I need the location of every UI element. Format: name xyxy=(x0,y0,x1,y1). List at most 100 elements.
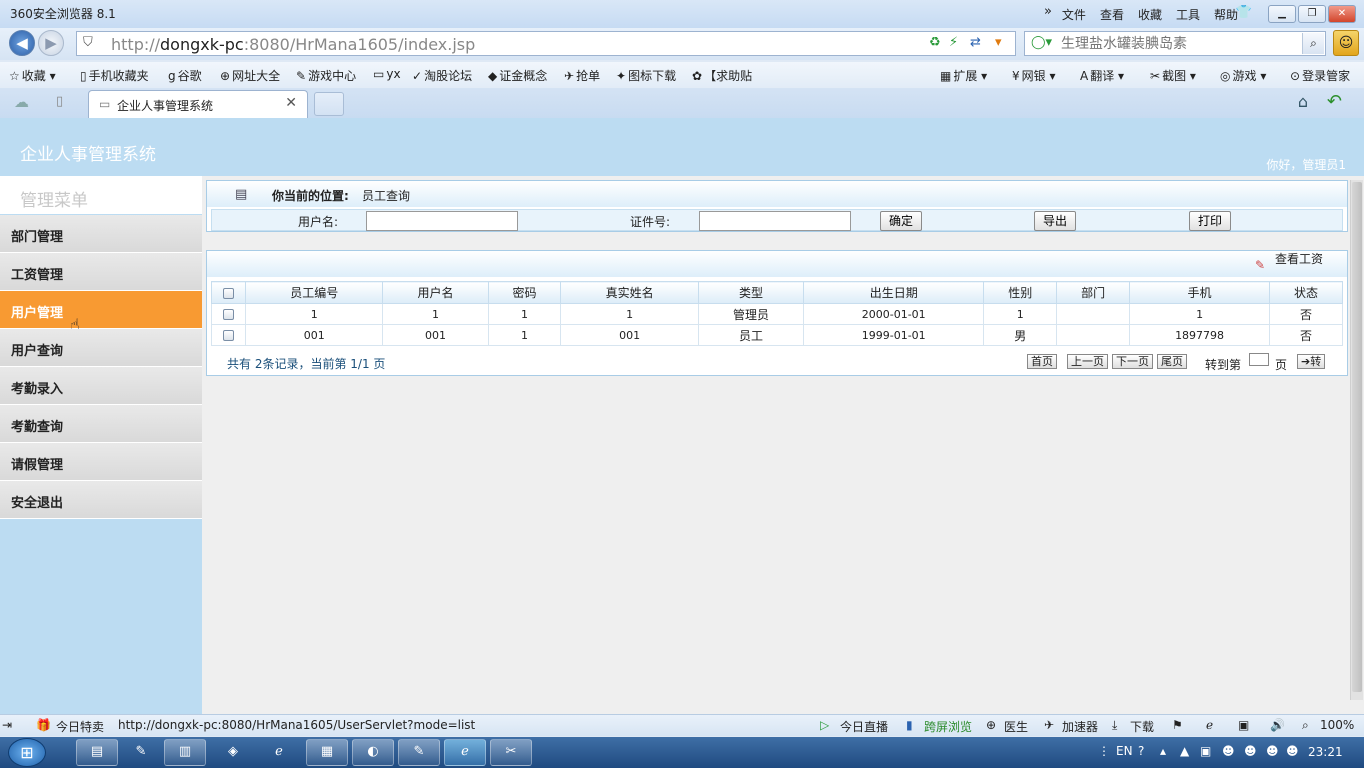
url-bar[interactable]: ⛉ http://dongxk-pc:8080/HrMana1605/index… xyxy=(76,31,1016,56)
close-tab-icon[interactable]: ✕ xyxy=(285,95,297,111)
home-icon[interactable]: ⌂ xyxy=(1298,92,1308,111)
taskbar-app-reader[interactable]: ◈ xyxy=(212,739,254,766)
phone-sync-icon[interactable]: ▯ xyxy=(56,94,63,109)
sidebar-item-logout[interactable]: 安全退出 xyxy=(0,481,202,519)
taskbar-app-book[interactable]: ✎ xyxy=(120,739,162,766)
sidebar-item-leave[interactable]: 请假管理 xyxy=(0,443,202,481)
fav-url-directory[interactable]: ⊕ 网址大全 xyxy=(220,67,280,84)
tool-ebank[interactable]: ¥ 网银 ▾ xyxy=(1012,67,1056,84)
lightning-icon[interactable]: ⚡ xyxy=(949,35,958,50)
back-button[interactable]: ◀ xyxy=(9,30,35,56)
select-all-header[interactable] xyxy=(211,281,246,304)
taskbar-app-eclipse[interactable]: ◐ xyxy=(352,739,394,766)
system-clock[interactable]: 23:21 xyxy=(1308,745,1343,759)
close-window-button[interactable]: ✕ xyxy=(1328,5,1356,23)
today-live-link[interactable]: 今日直播 xyxy=(840,718,888,735)
fav-google[interactable]: g 谷歌 xyxy=(168,67,202,84)
minimize-button[interactable]: ▁ xyxy=(1268,5,1296,23)
zoom-level[interactable]: 100% xyxy=(1320,718,1354,732)
speaker-icon[interactable]: 🔊 xyxy=(1270,718,1285,732)
tray-arrow-icon[interactable]: ▲ xyxy=(1180,744,1189,758)
taskbar-ie-icon[interactable]: ℯ xyxy=(258,739,300,766)
zoom-icon[interactable]: ⌕ xyxy=(1302,718,1309,733)
confirm-button[interactable]: 确定 xyxy=(880,211,923,231)
flag-icon[interactable]: ⚑ xyxy=(1172,718,1183,732)
search-go-icon[interactable]: ⌕ xyxy=(1302,33,1324,54)
sidebar-item-attendance-entry[interactable]: 考勤录入 xyxy=(0,367,202,405)
cloud-icon[interactable]: ☁ xyxy=(14,93,29,111)
fav-qiangdan[interactable]: ✈ 抢单 xyxy=(564,67,600,84)
scrollbar-thumb[interactable] xyxy=(1352,182,1362,692)
goto-page-button[interactable]: ➔转 xyxy=(1297,354,1326,369)
url-text[interactable]: http://dongxk-pc:8080/HrMana1605/index.j… xyxy=(111,35,475,54)
taskbar-360-browser-icon[interactable]: ℯ xyxy=(444,739,486,766)
next-page-button[interactable]: 下一页 xyxy=(1112,354,1153,369)
row-checkbox[interactable] xyxy=(223,309,234,320)
fav-taogu[interactable]: ✓ 淘股论坛 xyxy=(412,67,472,84)
sidebar-item-user-management[interactable]: 用户管理 ☝ xyxy=(0,291,202,334)
taskbar-app-folder[interactable]: ▥ xyxy=(164,739,206,766)
tray-expand-icon[interactable]: ▴ xyxy=(1160,744,1166,758)
skin-shirt-icon[interactable]: 👕 xyxy=(1236,5,1252,20)
taskbar-app-tool[interactable]: ✎ xyxy=(398,739,440,766)
page-scrollbar[interactable] xyxy=(1350,180,1363,700)
sidebar-item-salary[interactable]: 工资管理 xyxy=(0,253,202,291)
taskbar-app-tools[interactable]: ✂ xyxy=(490,739,532,766)
menu-view[interactable]: 查看 xyxy=(1100,6,1124,23)
download-link[interactable]: 下载 xyxy=(1130,718,1154,735)
fav-favorites[interactable]: ☆ 收藏 ▾ xyxy=(9,67,56,84)
row-checkbox-cell[interactable] xyxy=(211,324,246,346)
goto-page-input[interactable] xyxy=(1249,353,1269,366)
menu-file[interactable]: 文件 xyxy=(1062,6,1086,23)
doctor-link[interactable]: 医生 xyxy=(1004,718,1028,735)
sidebar-item-attendance-query[interactable]: 考勤查询 xyxy=(0,405,202,443)
undo-close-icon[interactable]: ↶ xyxy=(1327,91,1342,112)
refresh-icon[interactable]: ♻ xyxy=(929,35,941,50)
ie-icon[interactable]: ℯ xyxy=(1206,718,1213,732)
print-button[interactable]: 打印 xyxy=(1189,211,1232,231)
search-engine-icon[interactable]: ◯▾ xyxy=(1031,35,1052,50)
user-avatar-icon[interactable]: ☺ xyxy=(1333,30,1359,56)
exit-icon[interactable]: ⇥ xyxy=(2,718,12,732)
fav-game-center[interactable]: ✎ 游戏中心 xyxy=(296,67,356,84)
daily-sale-link[interactable]: 今日特卖 xyxy=(56,718,104,735)
tab-hr-system[interactable]: ▭ 企业人事管理系统 ✕ xyxy=(88,90,308,118)
export-button[interactable]: 导出 xyxy=(1034,211,1077,231)
more-menus-icon[interactable]: » xyxy=(1044,4,1052,19)
tool-screenshot[interactable]: ✂ 截图 ▾ xyxy=(1150,67,1196,84)
row-checkbox[interactable] xyxy=(223,330,234,341)
fav-help-post[interactable]: ✿ 【求助贴 xyxy=(692,67,752,84)
view-salary-link[interactable]: ✎ 查看工资 xyxy=(1255,253,1331,272)
last-page-button[interactable]: 尾页 xyxy=(1157,354,1187,369)
sidebar-item-user-query[interactable]: 用户查询 xyxy=(0,329,202,367)
fav-zhengjin[interactable]: ◆ 证金概念 xyxy=(488,67,547,84)
new-tab-button[interactable] xyxy=(314,92,344,116)
start-button[interactable]: ⊞ xyxy=(8,738,46,767)
cross-screen-link[interactable]: 跨屏浏览 xyxy=(924,718,972,735)
menu-favorites[interactable]: 收藏 xyxy=(1138,6,1162,23)
qq-icon[interactable]: ☻ xyxy=(1222,744,1235,758)
qq-icon[interactable]: ☻ xyxy=(1266,744,1279,758)
compat-mode-icon[interactable]: ⇄ xyxy=(970,35,981,50)
taskbar-app-explorer[interactable]: ▤ xyxy=(76,739,118,766)
menu-help[interactable]: 帮助 xyxy=(1214,6,1238,23)
fav-icon-download[interactable]: ✦ 图标下载 xyxy=(616,67,676,84)
tool-games[interactable]: ◎ 游戏 ▾ xyxy=(1220,67,1266,84)
restore-button[interactable]: ❐ xyxy=(1298,5,1326,23)
tool-extensions[interactable]: ▦ 扩展 ▾ xyxy=(940,67,987,84)
sidebar-item-department[interactable]: 部门管理 xyxy=(0,215,202,253)
fav-yx[interactable]: ▭ yx xyxy=(373,67,401,81)
forward-button[interactable]: ▶ xyxy=(38,30,64,56)
tool-login-manager[interactable]: ⊙ 登录管家 xyxy=(1290,67,1350,84)
tool-translate[interactable]: A 翻译 ▾ xyxy=(1080,67,1124,84)
menu-tools[interactable]: 工具 xyxy=(1176,6,1200,23)
qq-icon[interactable]: ☻ xyxy=(1286,744,1299,758)
accelerator-link[interactable]: 加速器 xyxy=(1062,718,1098,735)
taskbar-app-db[interactable]: ▦ xyxy=(306,739,348,766)
fav-mobile[interactable]: ▯ 手机收藏夹 xyxy=(80,67,149,84)
window-icon[interactable]: ▣ xyxy=(1238,718,1249,732)
username-input[interactable] xyxy=(366,211,518,231)
row-checkbox-cell[interactable] xyxy=(211,303,246,325)
input-language[interactable]: EN xyxy=(1116,744,1133,758)
dropdown-chevron-icon[interactable]: ▾ xyxy=(995,35,1002,50)
